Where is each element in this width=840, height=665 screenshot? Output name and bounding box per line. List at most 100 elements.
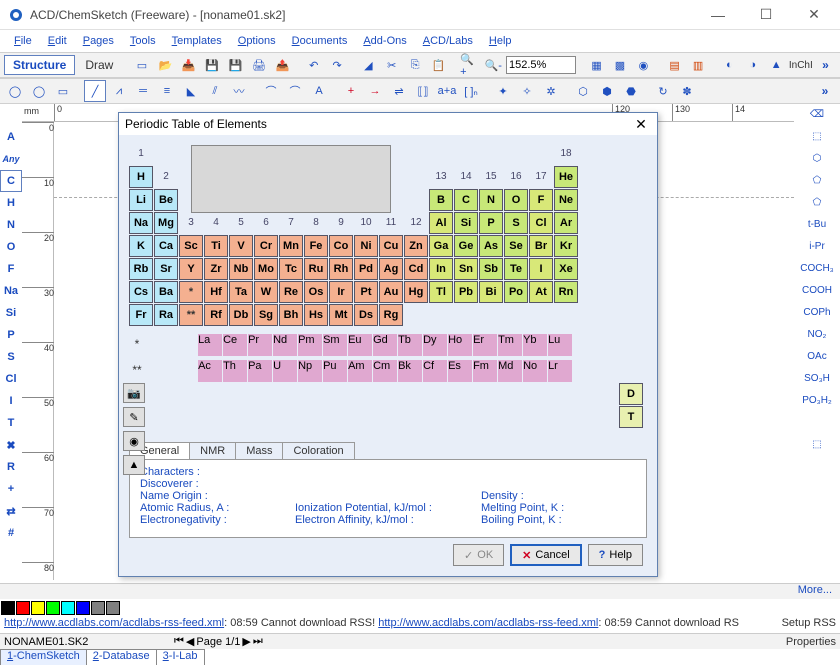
app-tab-1[interactable]: 2-Database — [86, 649, 157, 665]
element-Ag[interactable]: Ag — [379, 258, 403, 280]
element-Lr[interactable]: Lr — [548, 360, 572, 382]
lasso-icon[interactable]: ◯ — [4, 80, 26, 102]
element-Gd[interactable]: Gd — [373, 334, 397, 356]
element-U[interactable]: U — [273, 360, 297, 382]
left-element-✖[interactable]: ✖ — [0, 434, 22, 456]
menu-help[interactable]: Help — [481, 33, 520, 49]
paste-icon[interactable]: 📋 — [428, 54, 449, 76]
element-Rh[interactable]: Rh — [329, 258, 353, 280]
left-element-P[interactable]: P — [0, 324, 22, 346]
lasso2-icon[interactable]: ◯ — [28, 80, 50, 102]
element-Se[interactable]: Se — [504, 235, 528, 257]
color-swatch[interactable] — [1, 601, 15, 615]
left-element-R[interactable]: R — [0, 456, 22, 478]
element-Y[interactable]: Y — [179, 258, 203, 280]
element-C[interactable]: C — [454, 189, 478, 211]
left-element-Any[interactable]: Any — [0, 148, 22, 170]
element-Rf[interactable]: Rf — [204, 304, 228, 326]
menu-acdlabs[interactable]: ACD/Labs — [415, 33, 481, 49]
element-No[interactable]: No — [523, 360, 547, 382]
left-element-H[interactable]: H — [0, 192, 22, 214]
element-Tc[interactable]: Tc — [279, 258, 303, 280]
element-Al[interactable]: Al — [429, 212, 453, 234]
right-group-iPr[interactable]: i-Pr — [798, 236, 836, 256]
element-Ga[interactable]: Ga — [429, 235, 453, 257]
refresh-icon[interactable]: ↻ — [652, 80, 674, 102]
app-tab-2[interactable]: 3-I-Lab — [156, 649, 205, 665]
element-Sb[interactable]: Sb — [479, 258, 503, 280]
element-Li[interactable]: Li — [129, 189, 153, 211]
element-Ru[interactable]: Ru — [304, 258, 328, 280]
element-Bk[interactable]: Bk — [398, 360, 422, 382]
draw-mode-button[interactable]: Draw — [77, 56, 121, 74]
misc6-icon[interactable]: ⬣ — [620, 80, 642, 102]
element-Ge[interactable]: Ge — [454, 235, 478, 257]
element-Sg[interactable]: Sg — [254, 304, 278, 326]
page-first-icon[interactable]: ⏮ — [174, 635, 184, 648]
element-Nd[interactable]: Nd — [273, 334, 297, 356]
element-Bh[interactable]: Bh — [279, 304, 303, 326]
side-button-2[interactable]: ◉ — [123, 431, 145, 451]
element-Ba[interactable]: Ba — [154, 281, 178, 303]
left-element-blank[interactable] — [0, 104, 22, 126]
eraser-icon[interactable]: ◢ — [358, 54, 379, 76]
element-Fm[interactable]: Fm — [473, 360, 497, 382]
element-Br[interactable]: Br — [529, 235, 553, 257]
element-Pb[interactable]: Pb — [454, 281, 478, 303]
element-Hs[interactable]: Hs — [304, 304, 328, 326]
right-group-[interactable]: ⬠ — [798, 170, 836, 190]
left-element-+[interactable]: + — [0, 478, 22, 500]
element-Nb[interactable]: Nb — [229, 258, 253, 280]
element-At[interactable]: At — [529, 281, 553, 303]
element-Pu[interactable]: Pu — [323, 360, 347, 382]
element-Si[interactable]: Si — [454, 212, 478, 234]
element-Ar[interactable]: Ar — [554, 212, 578, 234]
inchi-label[interactable]: InChI — [789, 60, 813, 71]
tool-c-icon[interactable]: ◉ — [633, 54, 654, 76]
page-last-icon[interactable]: ⏭ — [253, 635, 263, 648]
right-group-NO[interactable]: NO₂ — [798, 324, 836, 344]
hash-icon[interactable]: ⫽ — [204, 80, 226, 102]
side-button-3[interactable]: ▲ — [123, 455, 145, 475]
element-Cu[interactable]: Cu — [379, 235, 403, 257]
element-Mg[interactable]: Mg — [154, 212, 178, 234]
right-group-OAc[interactable]: OAc — [798, 346, 836, 366]
bond3-icon[interactable]: ≡ — [156, 80, 178, 102]
zoom-combo[interactable] — [506, 56, 576, 74]
element-As[interactable]: As — [479, 235, 503, 257]
arc-icon[interactable]: ⌒ — [260, 80, 282, 102]
element-Dy[interactable]: Dy — [423, 334, 447, 356]
color-swatch[interactable] — [106, 601, 120, 615]
element-Mt[interactable]: Mt — [329, 304, 353, 326]
dialog-tab-nmr[interactable]: NMR — [189, 442, 236, 459]
misc2-icon[interactable]: ✧ — [516, 80, 538, 102]
undo-icon[interactable]: ↶ — [303, 54, 324, 76]
tool-e-icon[interactable]: ▥ — [687, 54, 708, 76]
element-Er[interactable]: Er — [473, 334, 497, 356]
help-button[interactable]: ?Help — [588, 544, 643, 566]
element-Cr[interactable]: Cr — [254, 235, 278, 257]
element-Hg[interactable]: Hg — [404, 281, 428, 303]
aa-icon[interactable]: a+a — [436, 80, 458, 102]
wedge-icon[interactable]: ◣ — [180, 80, 202, 102]
cancel-button[interactable]: ✕Cancel — [510, 544, 581, 566]
dialog-tab-coloration[interactable]: Coloration — [282, 442, 354, 459]
right-group-tBu[interactable]: t-Bu — [798, 214, 836, 234]
element-Hf[interactable]: Hf — [204, 281, 228, 303]
right-group-COOH[interactable]: COOH — [798, 280, 836, 300]
element-B[interactable]: B — [429, 189, 453, 211]
element-Mn[interactable]: Mn — [279, 235, 303, 257]
menu-pages[interactable]: Pages — [75, 33, 122, 49]
element-N[interactable]: N — [479, 189, 503, 211]
element-In[interactable]: In — [429, 258, 453, 280]
side-button-0[interactable]: 📷 — [123, 383, 145, 403]
element-Ac[interactable]: Ac — [198, 360, 222, 382]
element-Mo[interactable]: Mo — [254, 258, 278, 280]
color-swatch[interactable] — [46, 601, 60, 615]
tool-b-icon[interactable]: ▩ — [609, 54, 630, 76]
element-P[interactable]: P — [479, 212, 503, 234]
element-Re[interactable]: Re — [279, 281, 303, 303]
element-Po[interactable]: Po — [504, 281, 528, 303]
arc2-icon[interactable]: ⌒ — [284, 80, 306, 102]
misc3-icon[interactable]: ✲ — [540, 80, 562, 102]
